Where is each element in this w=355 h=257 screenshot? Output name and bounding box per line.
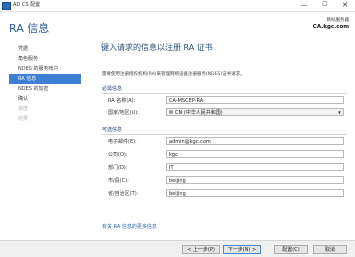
country-label: 国家/地区(U):: [108, 110, 139, 116]
intro-text: 需要使用注册授权机构(RA)来管理网络设备注册服务(NDES)证书请求。: [102, 72, 245, 77]
state-label: 省/自治区(T):: [108, 191, 139, 197]
main-panel: 键入请求的信息以注册 RA 证书: [92, 40, 350, 56]
destination-server-label: 目标服务器: [326, 18, 350, 23]
optional-section-title: 可选信息: [102, 127, 123, 133]
maximize-icon[interactable]: ☐: [317, 0, 333, 11]
company-label: 公司(O):: [108, 152, 128, 158]
destination-server-value: CA.kgc.com: [312, 24, 349, 30]
globe-icon: [169, 110, 173, 114]
window-title: AD CS 配置: [13, 2, 41, 8]
close-icon[interactable]: ✕: [337, 0, 353, 11]
page-title: RA 信息: [9, 22, 50, 35]
sidebar-item-ra-info[interactable]: RA 信息: [9, 74, 81, 84]
department-input[interactable]: IT: [166, 163, 344, 171]
email-input[interactable]: admin@kgc.com: [166, 137, 344, 145]
company-input[interactable]: kgc: [166, 150, 344, 158]
department-label: 部门(D):: [108, 165, 128, 171]
email-label: 电子邮件(E):: [108, 139, 137, 145]
next-button[interactable]: 下一步(N) >: [223, 245, 261, 254]
chevron-down-icon: ▼: [337, 110, 341, 115]
sidebar-item-credentials[interactable]: 凭据: [9, 44, 81, 54]
configure-button[interactable]: 配置(C): [274, 245, 308, 254]
ra-name-label: RA 名称(A):: [108, 98, 136, 104]
title-bar: AD CS 配置 — ☐ ✕: [0, 0, 355, 12]
sidebar-item-ndes-service-account[interactable]: NDES 的服务帐户: [9, 64, 81, 74]
minimize-icon[interactable]: —: [296, 0, 312, 11]
sidebar-item-ndes-encryption[interactable]: NDES 的加密: [9, 84, 81, 94]
sidebar-item-progress: 进度: [18, 106, 29, 112]
main-heading: 键入请求的信息以注册 RA 证书: [101, 43, 213, 52]
sidebar-item-role-services[interactable]: 角色服务: [9, 54, 81, 64]
city-label: 市/县(C):: [108, 178, 129, 184]
optional-divider: [102, 134, 347, 135]
country-select[interactable]: CN (中华人民共和国) ▼: [166, 108, 344, 116]
required-divider: [102, 93, 347, 94]
more-info-link[interactable]: 有关 RA 信息的更多信息: [102, 223, 157, 230]
wizard-footer: < 上一步(P) 下一步(N) > 配置(C) 取消: [0, 240, 355, 257]
state-input[interactable]: beijing: [166, 189, 344, 197]
cancel-button[interactable]: 取消: [313, 245, 347, 254]
wizard-steps-nav: 凭据 角色服务 NDES 的服务帐户 RA 信息 NDES 的加密 确认 进度 …: [9, 44, 89, 124]
sidebar-item-confirmation[interactable]: 确认: [9, 94, 81, 104]
required-section-title: 必需信息: [102, 86, 123, 92]
city-input[interactable]: beijing: [166, 176, 344, 184]
previous-button[interactable]: < 上一步(P): [182, 245, 220, 254]
server-manager-icon: [2, 2, 11, 10]
ra-name-input[interactable]: CA-MSCEP-RA: [166, 96, 344, 104]
sidebar-item-results: 结果: [18, 116, 29, 122]
country-select-value: CN (中华人民共和国): [175, 110, 223, 116]
